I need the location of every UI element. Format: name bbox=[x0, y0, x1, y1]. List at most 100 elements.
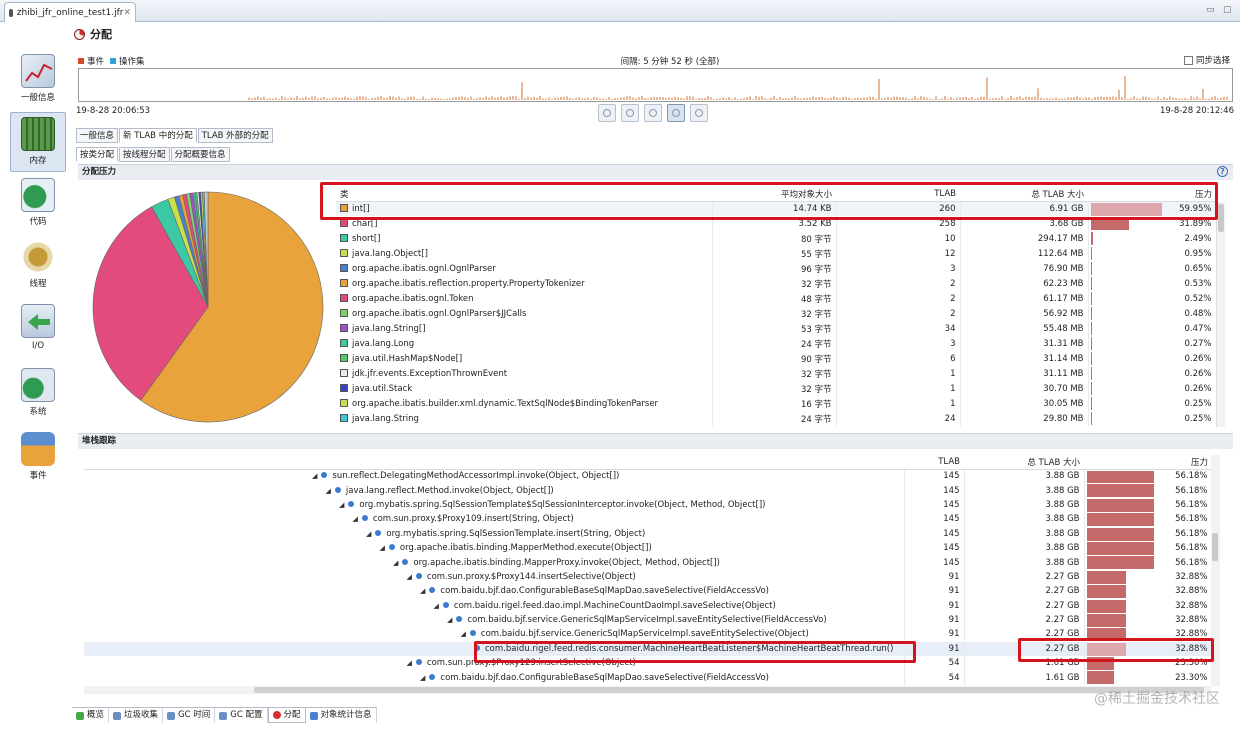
nav-io[interactable]: I/O bbox=[10, 300, 66, 360]
stack-trace-header: 堆栈跟踪 bbox=[78, 433, 1233, 449]
allocation-row[interactable]: char[] 3.52 KB 258 3.68 GB 31.89% bbox=[336, 216, 1217, 231]
col-frame[interactable] bbox=[84, 455, 904, 470]
allocation-row[interactable]: org.apache.ibatis.ognl.OgnlParser 96 字节 3 7… bbox=[336, 261, 1217, 276]
allocation-row[interactable]: java.lang.Object[] 55 字节 12 112.64 MB 0.95% bbox=[336, 246, 1217, 261]
stack-frame-row[interactable]: ◢ java.lang.reflect.Method.invoke(Object,… bbox=[84, 483, 1213, 498]
tab-summary[interactable]: 分配概要信息 bbox=[170, 147, 230, 162]
close-icon[interactable]: ✕ bbox=[123, 8, 131, 18]
stack-frame-row[interactable]: ◢ org.mybatis.spring.SqlSessionTemplate$S… bbox=[84, 497, 1213, 513]
legend-operation-set[interactable]: 操作集 bbox=[110, 55, 145, 67]
col-stack-tlab[interactable]: TLAB bbox=[904, 455, 964, 470]
tab-gc-time[interactable]: GC 时间 bbox=[163, 708, 216, 723]
allocation-row[interactable]: java.util.HashMap$Node[] 90 字节 6 31.14 MB 0.… bbox=[336, 351, 1217, 366]
expand-triangle-icon[interactable]: ◢ bbox=[353, 515, 358, 523]
tab-gc[interactable]: 垃圾收集 bbox=[109, 708, 164, 723]
stack-frame-row[interactable]: ◢ sun.reflect.DelegatingMethodAccessorImp… bbox=[84, 469, 1213, 484]
frame-name: com.baidu.rigel.feed.dao.impl.MachineCou… bbox=[453, 600, 776, 611]
pressure-bar bbox=[1086, 570, 1126, 584]
stack-frame-row[interactable]: ◢ com.baidu.bjf.dao.ConfigurableBaseSqlMa… bbox=[84, 670, 1213, 685]
zoom-next-button[interactable] bbox=[690, 104, 708, 122]
allocation-row[interactable]: java.lang.Long 24 字节 3 31.31 MB 0.27% bbox=[336, 336, 1217, 351]
expand-triangle-icon[interactable]: ◢ bbox=[420, 674, 425, 682]
expand-triangle-icon[interactable]: ◢ bbox=[326, 487, 331, 495]
maximize-icon[interactable]: ▢ bbox=[1223, 5, 1232, 15]
stack-frame-row[interactable]: ◢ com.baidu.rigel.feed.dao.impl.MachineCo… bbox=[84, 598, 1213, 613]
event-timeline[interactable] bbox=[78, 68, 1233, 102]
tab-new-tlab[interactable]: 新 TLAB 中的分配 bbox=[119, 128, 197, 143]
nav-memory[interactable]: 内存 bbox=[10, 112, 66, 172]
stack-frame-row[interactable]: ◢ org.apache.ibatis.binding.MapperMethod.… bbox=[84, 540, 1213, 556]
allocation-table-scrollbar[interactable] bbox=[1216, 202, 1225, 427]
col-avg-size[interactable]: 平均对象大小 bbox=[712, 187, 836, 202]
allocation-row[interactable]: int[] 14.74 KB 260 6.91 GB 59.95% bbox=[336, 201, 1217, 216]
tab-gc-config[interactable]: GC 配置 bbox=[215, 708, 268, 723]
nav-system[interactable]: 系统 bbox=[10, 364, 66, 424]
col-stack-pressure[interactable]: 压力 bbox=[1084, 455, 1212, 470]
expand-triangle-icon[interactable]: ◢ bbox=[461, 630, 466, 638]
stack-frame-row[interactable]: ◢ com.baidu.bjf.service.GenericSqlMapServ… bbox=[84, 627, 1213, 642]
allocation-row[interactable]: org.apache.ibatis.builder.xml.dynamic.Te… bbox=[336, 396, 1217, 411]
col-total-tlab[interactable]: 总 TLAB 大小 bbox=[960, 187, 1088, 202]
expand-triangle-icon[interactable]: ◢ bbox=[420, 587, 425, 595]
allocation-row[interactable]: org.apache.ibatis.ognl.Token 48 字节 2 61.17 … bbox=[336, 291, 1217, 306]
stack-frame-row[interactable]: ◢ com.baidu.bjf.service.GenericSqlMapServ… bbox=[84, 612, 1213, 628]
expand-triangle-icon[interactable]: ◢ bbox=[312, 472, 317, 480]
scrollbar-thumb[interactable] bbox=[1218, 204, 1224, 232]
expand-triangle-icon[interactable]: ◢ bbox=[366, 530, 371, 538]
page-header: 分配 bbox=[74, 25, 112, 43]
col-tlab[interactable]: TLAB bbox=[836, 187, 960, 202]
pressure-bar bbox=[1090, 217, 1129, 230]
nav-code[interactable]: 代码 bbox=[10, 174, 66, 234]
frame-cell: ◢ org.apache.ibatis.binding.MapperMethod.… bbox=[84, 540, 905, 556]
nav-events[interactable]: 事件 bbox=[10, 428, 66, 488]
tab-allocation[interactable]: 分配 bbox=[267, 708, 306, 723]
expand-triangle-icon[interactable]: ◢ bbox=[434, 602, 439, 610]
allocation-pie-chart[interactable] bbox=[88, 190, 328, 425]
stack-frame-row[interactable]: com.baidu.rigel.feed.redis.consumer.Mach… bbox=[84, 641, 1213, 657]
expand-triangle-icon[interactable]: ◢ bbox=[407, 573, 412, 581]
minimize-icon[interactable]: ▭ bbox=[1206, 5, 1215, 15]
nav-threads[interactable]: 线程 bbox=[10, 236, 66, 296]
stack-frame-row[interactable]: ◢ com.baidu.bjf.dao.ConfigurableBaseSqlMa… bbox=[84, 584, 1213, 599]
zoom-out-button[interactable] bbox=[644, 104, 662, 122]
col-pressure[interactable]: 压力 bbox=[1088, 187, 1216, 202]
stack-frame-row[interactable]: ◢ com.sun.proxy.$Proxy144.insertSelective… bbox=[84, 569, 1213, 585]
editor-tab[interactable]: zhibi_jfr_online_test1.jfr ✕ bbox=[4, 2, 136, 22]
stack-frame-row[interactable]: ◢ org.mybatis.spring.SqlSessionTemplate.i… bbox=[84, 526, 1213, 541]
allocation-row[interactable]: java.lang.String[] 53 字节 34 55.48 MB 0.47% bbox=[336, 321, 1217, 336]
tab-overview[interactable]: 概览 bbox=[72, 708, 110, 723]
tab-by-thread[interactable]: 按线程分配 bbox=[119, 147, 170, 162]
allocation-row[interactable]: short[] 80 字节 10 294.17 MB 2.49% bbox=[336, 231, 1217, 246]
tab-object-stats[interactable]: 对象统计信息 bbox=[306, 708, 377, 723]
expand-triangle-icon[interactable]: ◢ bbox=[339, 501, 344, 509]
tab-outside-tlab[interactable]: TLAB 外部的分配 bbox=[197, 128, 273, 143]
nav-general[interactable]: 一般信息 bbox=[10, 50, 66, 110]
col-class[interactable]: 类 bbox=[336, 187, 712, 202]
stack-frame-row[interactable]: ◢ org.apache.ibatis.binding.MapperProxy.i… bbox=[84, 555, 1213, 570]
zoom-prev-button[interactable] bbox=[598, 104, 616, 122]
scrollbar-thumb[interactable] bbox=[1212, 533, 1218, 561]
stack-table-scrollbar[interactable] bbox=[1211, 455, 1220, 687]
sync-selection-checkbox[interactable]: 同步选择 bbox=[1183, 54, 1230, 66]
zoom-all-button[interactable] bbox=[667, 104, 685, 122]
expand-triangle-icon[interactable]: ◢ bbox=[407, 659, 412, 667]
allocation-row[interactable]: jdk.jfr.events.ExceptionThrownEvent 32 字节… bbox=[336, 366, 1217, 381]
stack-frame-row[interactable]: ◢ com.sun.proxy.$Proxy109.insert(String, … bbox=[84, 512, 1213, 527]
legend-events[interactable]: 事件 bbox=[78, 55, 104, 67]
stack-frame-row[interactable]: ◢ com.sun.proxy.$Proxy123.insertSelective… bbox=[84, 656, 1213, 671]
frame-cell: ◢ org.mybatis.spring.SqlSessionTemplate$S… bbox=[84, 497, 905, 513]
tab-by-class[interactable]: 按类分配 bbox=[76, 147, 119, 162]
allocation-row[interactable]: org.apache.ibatis.reflection.property.Pr… bbox=[336, 276, 1217, 291]
expand-triangle-icon[interactable]: ◢ bbox=[447, 616, 452, 624]
allocation-row[interactable]: org.apache.ibatis.ognl.OgnlParser$JJCall… bbox=[336, 306, 1217, 321]
allocation-row[interactable]: java.lang.String 24 字节 24 29.80 MB 0.25% bbox=[336, 411, 1217, 426]
help-icon[interactable]: ? bbox=[1217, 166, 1228, 177]
tab-general-info[interactable]: 一般信息 bbox=[76, 128, 119, 143]
zoom-in-button[interactable] bbox=[621, 104, 639, 122]
expand-triangle-icon[interactable]: ◢ bbox=[393, 559, 398, 567]
expand-triangle-icon[interactable]: ◢ bbox=[380, 544, 385, 552]
stack-horizontal-scrollbar[interactable] bbox=[84, 686, 1211, 694]
scrollbar-thumb[interactable] bbox=[254, 687, 1204, 693]
allocation-row[interactable]: java.util.Stack 32 字节 1 30.70 MB 0.26% bbox=[336, 381, 1217, 396]
col-stack-total[interactable]: 总 TLAB 大小 bbox=[964, 455, 1084, 470]
